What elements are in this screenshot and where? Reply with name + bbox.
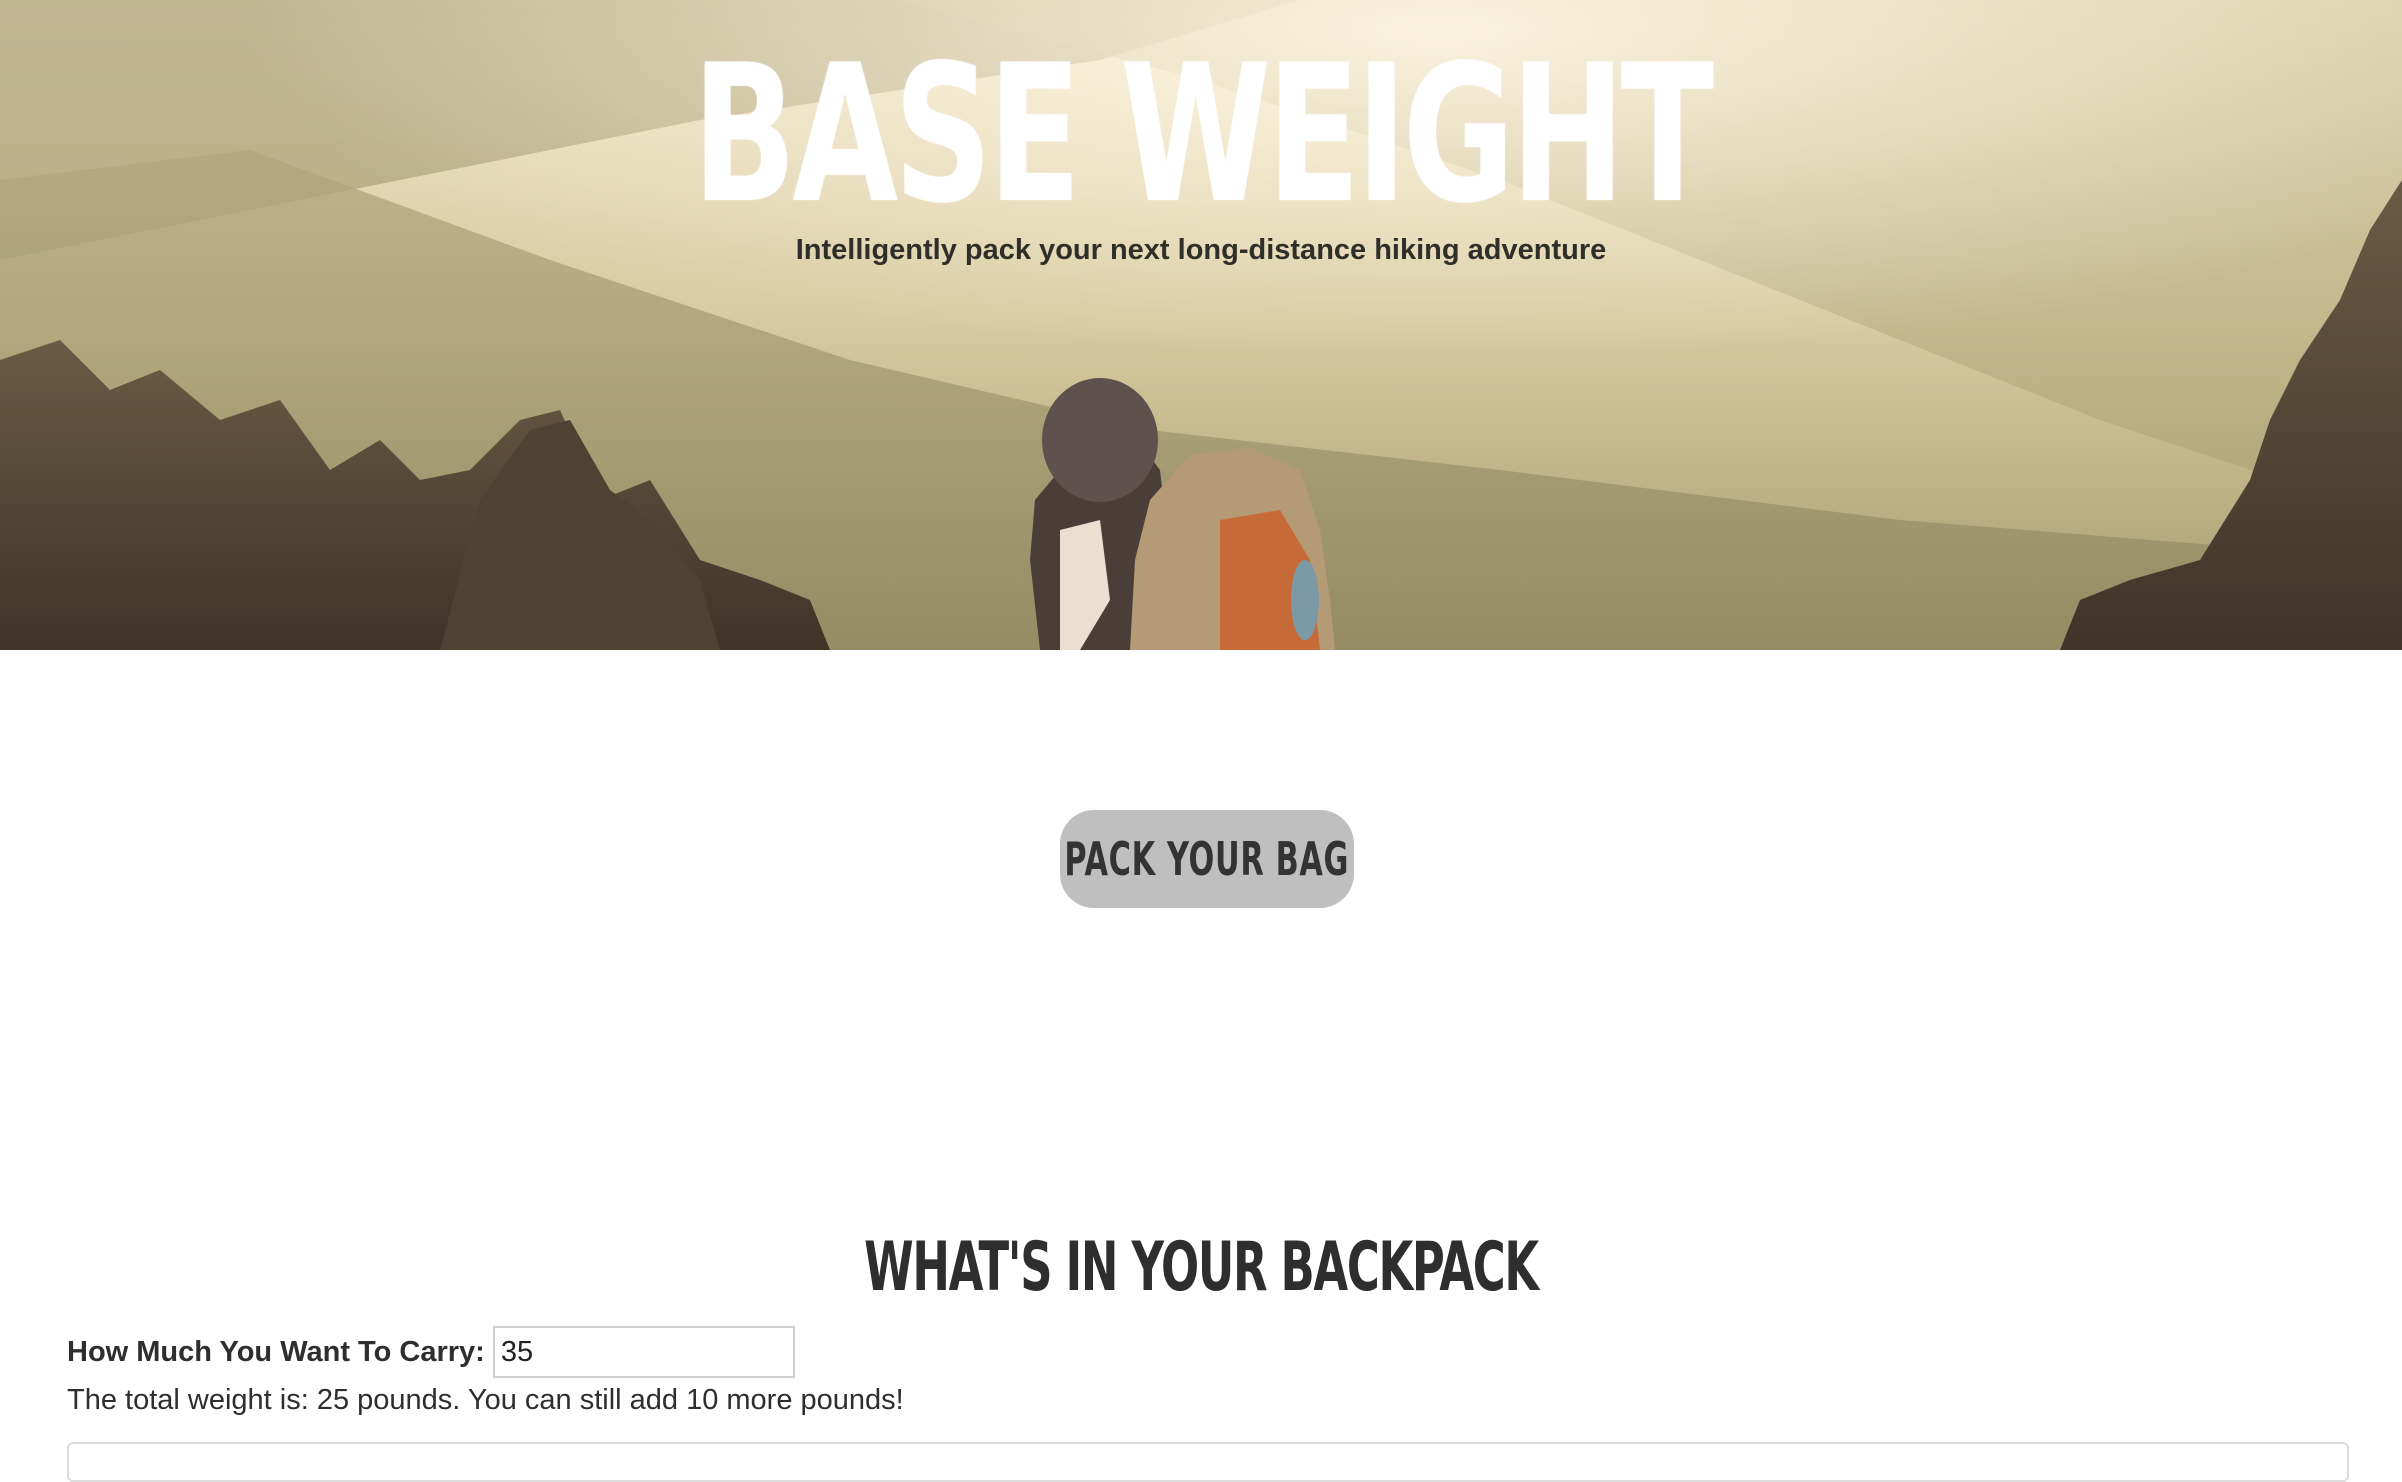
hero-subtitle: Intelligently pack your next long-distan… bbox=[795, 234, 1607, 266]
carry-weight-input[interactable] bbox=[492, 1326, 795, 1378]
carry-weight-row: How Much You Want To Carry: bbox=[67, 1326, 795, 1378]
page-title: BASE WEIGHT bbox=[692, 24, 1714, 245]
backpack-items-panel bbox=[67, 1442, 2349, 1482]
total-weight-status: The total weight is: 25 pounds. You can … bbox=[67, 1384, 904, 1416]
carry-weight-label: How Much You Want To Carry: bbox=[67, 1335, 485, 1368]
hero-banner: BASE WEIGHT Intelligently pack your next… bbox=[0, 0, 2402, 650]
pack-your-bag-label: PACK YOUR BAG bbox=[1064, 832, 1350, 886]
backpack-section-title: WHAT'S IN YOUR BACKPACK bbox=[864, 1228, 1539, 1307]
pack-your-bag-button[interactable]: PACK YOUR BAG bbox=[1060, 810, 1354, 908]
